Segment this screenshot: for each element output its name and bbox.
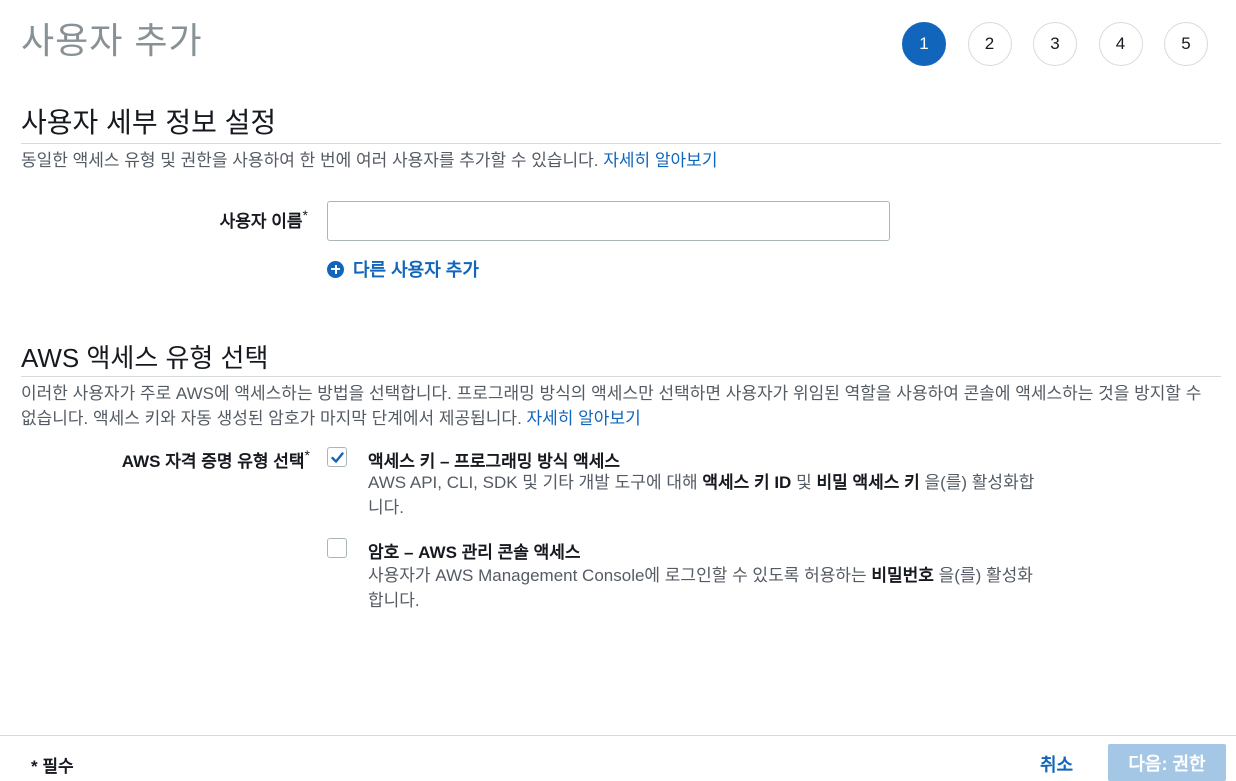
check-icon: [331, 452, 344, 463]
page-title: 사용자 추가: [21, 20, 203, 61]
required-mark: *: [304, 447, 310, 463]
access-type-description: 이러한 사용자가 주로 AWS에 액세스하는 방법을 선택합니다. 프로그래밍 …: [21, 381, 1221, 431]
learn-more-link[interactable]: 자세히 알아보기: [603, 151, 717, 170]
user-details-description-text: 동일한 액세스 유형 및 권한을 사용하여 한 번에 여러 사용자를 추가할 수…: [21, 151, 604, 170]
footer-divider: [0, 735, 1236, 736]
credential-type-label-text: AWS 자격 증명 유형 선택: [121, 452, 305, 471]
secret-access-key-text: 비밀 액세스 키: [816, 473, 920, 492]
required-note: * 필수: [31, 757, 74, 776]
cancel-button[interactable]: 취소: [1040, 751, 1073, 777]
step-5[interactable]: 5: [1164, 22, 1208, 66]
option-desc-text: 사용자가 AWS Management Console에 로그인할 수 있도록 …: [368, 566, 872, 585]
programmatic-access-checkbox[interactable]: [327, 447, 347, 467]
console-access-checkbox[interactable]: [327, 538, 347, 558]
credential-type-label: AWS 자격 증명 유형 선택*: [60, 447, 310, 472]
next-permissions-button[interactable]: 다음: 권한: [1108, 744, 1226, 781]
option-desc-text: 및: [791, 473, 817, 492]
step-indicator: 1 2 3 4 5: [902, 22, 1230, 66]
user-details-description: 동일한 액세스 유형 및 권한을 사용하여 한 번에 여러 사용자를 추가할 수…: [21, 148, 1221, 173]
access-key-id-text: 액세스 키 ID: [702, 473, 792, 492]
option-desc-text: AWS API, CLI, SDK 및 기타 개발 도구에 대해: [368, 473, 703, 492]
required-mark: *: [302, 207, 308, 223]
section-divider: [21, 143, 1221, 144]
username-label: 사용자 이름*: [160, 207, 308, 232]
console-access-description: 사용자가 AWS Management Console에 로그인할 수 있도록 …: [368, 563, 1043, 613]
step-1[interactable]: 1: [902, 22, 946, 66]
add-another-user-button[interactable]: 다른 사용자 추가: [327, 256, 479, 282]
step-3[interactable]: 3: [1033, 22, 1077, 66]
user-details-title: 사용자 세부 정보 설정: [21, 107, 277, 138]
password-text: 비밀번호: [871, 566, 934, 585]
step-4[interactable]: 4: [1098, 22, 1143, 66]
step-2[interactable]: 2: [967, 22, 1012, 66]
learn-more-link[interactable]: 자세히 알아보기: [527, 409, 641, 428]
section-divider: [21, 376, 1221, 377]
plus-circle-icon: [327, 260, 344, 278]
access-type-title: AWS 액세스 유형 선택: [21, 343, 269, 373]
programmatic-access-description: AWS API, CLI, SDK 및 기타 개발 도구에 대해 액세스 키 I…: [368, 470, 1048, 520]
username-input[interactable]: [327, 201, 890, 241]
username-label-text: 사용자 이름: [219, 212, 303, 231]
console-access-title: 암호 – AWS 관리 콘솔 액세스: [368, 543, 581, 562]
programmatic-access-title: 액세스 키 – 프로그래밍 방식 액세스: [368, 452, 621, 471]
add-another-user-label: 다른 사용자 추가: [353, 260, 479, 280]
